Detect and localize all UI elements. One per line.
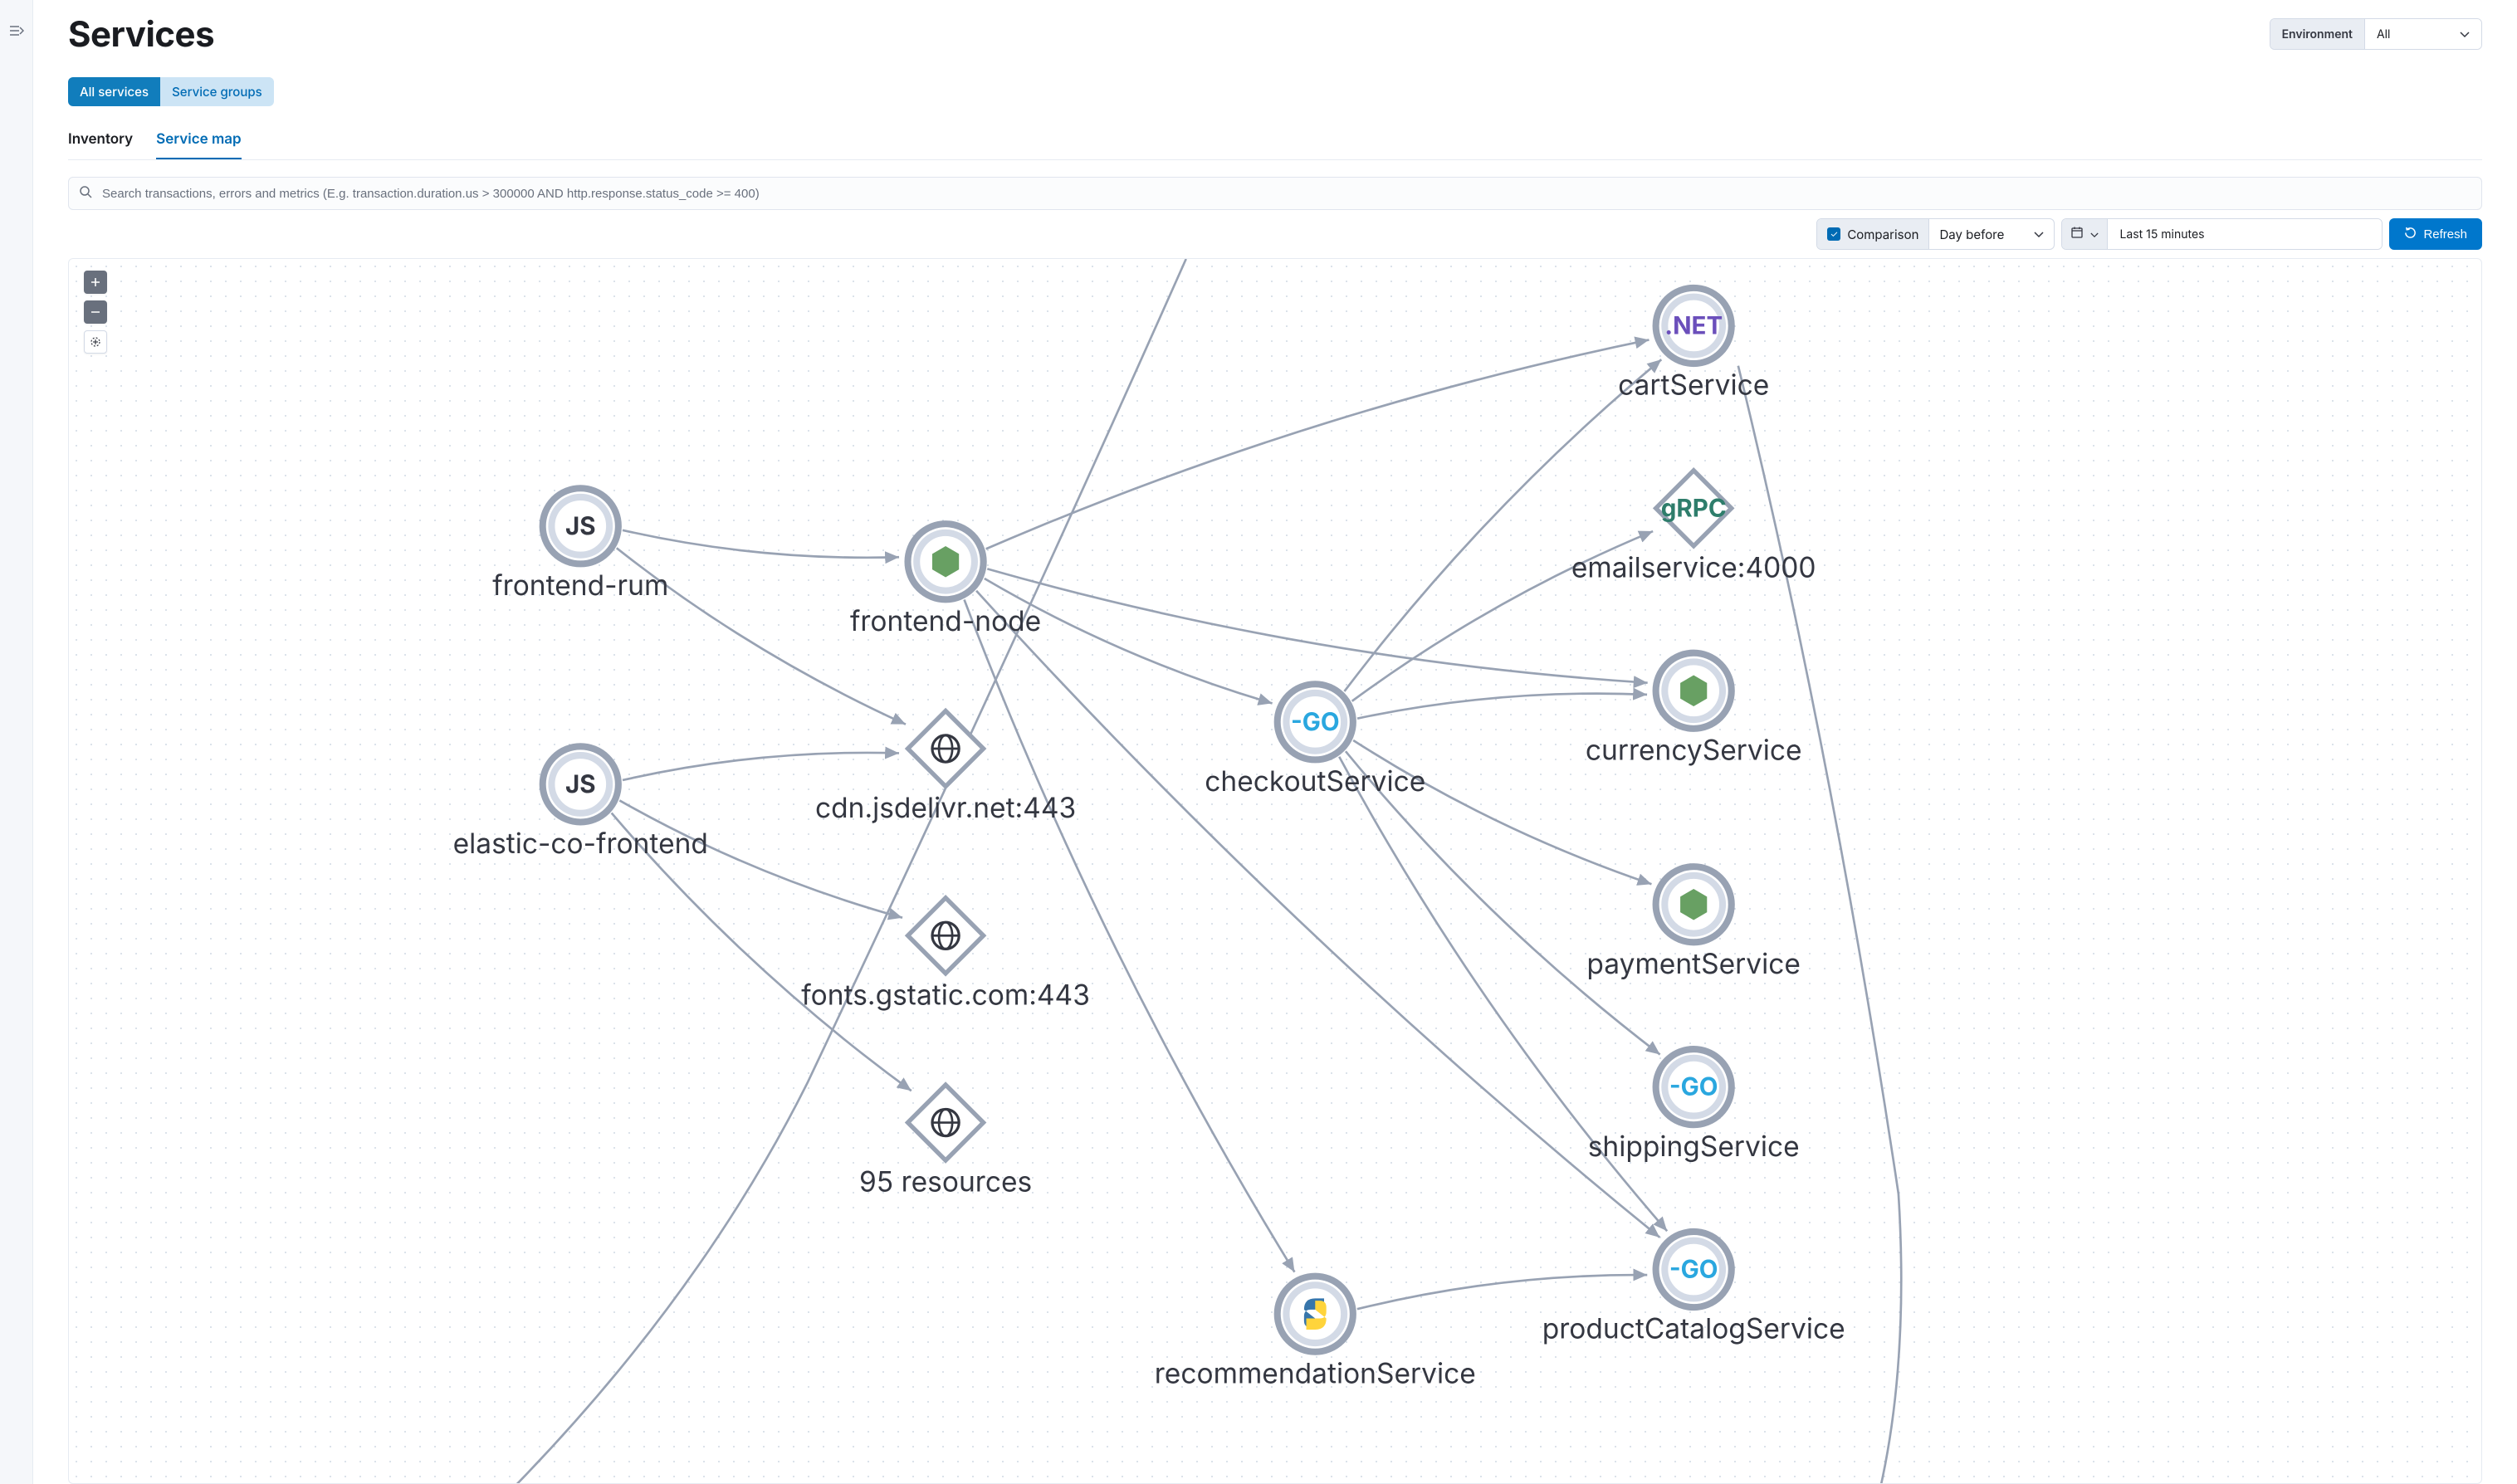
dotnet-icon: .NET <box>1664 310 1723 340</box>
grpc-icon: gRPC <box>1661 493 1727 523</box>
svg-text:-GO: -GO <box>1669 1072 1718 1102</box>
svg-text:JS: JS <box>565 769 596 799</box>
go-icon: -GO <box>1669 1255 1718 1285</box>
service-node-currency[interactable]: currencyService <box>1586 653 1802 768</box>
comparison-toggle[interactable]: ✓ Comparison <box>1817 219 1929 249</box>
svg-text:JS: JS <box>565 511 596 541</box>
service-node-resources-95[interactable]: 95 resources <box>859 1085 1032 1199</box>
service-node-label: productCatalogService <box>1542 1313 1845 1346</box>
environment-selector[interactable]: Environment All <box>2270 18 2482 50</box>
svg-text:-GO: -GO <box>1291 707 1340 737</box>
service-node-label: paymentService <box>1586 948 1801 981</box>
service-node-label: cartService <box>1618 369 1769 403</box>
service-node-label: fonts.gstatic.com:443 <box>801 979 1090 1012</box>
tab-service-groups[interactable]: Service groups <box>160 77 274 106</box>
service-node-shipping[interactable]: -GO shippingService <box>1588 1049 1800 1164</box>
chevron-down-icon <box>2090 228 2099 241</box>
service-map-edge <box>987 569 1647 682</box>
chevron-down-icon <box>2460 28 2470 41</box>
tab-all-services[interactable]: All services <box>68 77 160 106</box>
zoom-out-button[interactable] <box>84 300 107 324</box>
service-map-svg: JS frontend-rum JS elastic-co-frontend front… <box>69 259 2481 1483</box>
service-map-edge <box>985 578 1273 703</box>
service-node-payment[interactable]: paymentService <box>1586 866 1801 981</box>
go-icon: -GO <box>1669 1072 1718 1102</box>
service-map-edge <box>1357 694 1647 719</box>
svg-text:-GO: -GO <box>1669 1255 1718 1285</box>
checkmark-icon: ✓ <box>1827 227 1840 241</box>
search-icon <box>79 185 92 202</box>
service-map-edge <box>623 753 899 780</box>
JS-icon: JS <box>565 511 596 541</box>
calendar-icon <box>2070 226 2084 242</box>
search-input[interactable] <box>100 186 2471 202</box>
tab-service-map[interactable]: Service map <box>156 131 241 159</box>
refresh-icon <box>2404 227 2417 242</box>
service-node-label: elastic-co-frontend <box>453 827 708 861</box>
service-node-label: checkoutService <box>1205 765 1425 798</box>
service-node-cdn-jsdelivr[interactable]: cdn.jsdelivr.net:443 <box>815 710 1076 825</box>
service-node-cart[interactable]: .NET cartService <box>1618 288 1769 403</box>
service-node-fonts-gstatic[interactable]: fonts.gstatic.com:443 <box>801 898 1090 1013</box>
service-node-elastic-co-frontend[interactable]: JS elastic-co-frontend <box>453 746 708 861</box>
time-range-picker: Last 15 minutes <box>2061 218 2383 250</box>
JS-icon: JS <box>565 769 596 799</box>
tab-inventory[interactable]: Inventory <box>68 131 133 159</box>
calendar-button[interactable] <box>2062 219 2108 249</box>
service-node-label: recommendationService <box>1155 1357 1476 1390</box>
service-node-frontend-rum[interactable]: JS frontend-rum <box>492 488 668 603</box>
chevron-down-icon <box>2034 228 2044 241</box>
zoom-fit-button[interactable] <box>84 330 107 354</box>
svg-text:gRPC: gRPC <box>1661 493 1727 523</box>
view-tabs: Inventory Service map <box>68 131 2482 160</box>
service-map-edge <box>1357 1275 1647 1309</box>
svg-text:.NET: .NET <box>1664 310 1723 340</box>
service-map-edge <box>1344 359 1661 691</box>
comparison-period-value: Day before <box>1939 227 2004 242</box>
collapsed-sidebar <box>0 0 33 1484</box>
comparison-period-select[interactable]: Day before <box>1929 219 2054 249</box>
search-bar[interactable] <box>68 177 2482 210</box>
service-node-label: frontend-rum <box>492 569 668 603</box>
service-node-label: emailservice:4000 <box>1571 552 1816 585</box>
service-map-canvas[interactable]: JS frontend-rum JS elastic-co-frontend front… <box>68 258 2482 1484</box>
service-map-edge <box>623 530 899 558</box>
service-node-checkout[interactable]: -GO checkoutService <box>1205 684 1425 798</box>
go-icon: -GO <box>1291 707 1340 737</box>
service-node-label: 95 resources <box>859 1166 1032 1199</box>
environment-value: All <box>2377 27 2390 41</box>
service-node-label: shippingService <box>1588 1130 1800 1164</box>
time-range-value: Last 15 minutes <box>2119 227 2204 242</box>
service-node-email[interactable]: gRPC emailservice:4000 <box>1571 471 1816 585</box>
service-node-product-catalog[interactable]: -GO productCatalogService <box>1542 1232 1845 1346</box>
service-node-label: frontend-node <box>850 605 1041 638</box>
service-node-frontend-node[interactable]: frontend-node <box>850 524 1041 638</box>
time-range-display[interactable]: Last 15 minutes <box>2108 219 2382 249</box>
service-node-label: currencyService <box>1586 734 1802 767</box>
zoom-in-button[interactable] <box>84 271 107 294</box>
service-map-edge <box>986 339 1649 549</box>
comparison-label: Comparison <box>1847 227 1918 242</box>
service-scope-tabs: All services Service groups <box>68 77 2482 106</box>
service-node-label: cdn.jsdelivr.net:443 <box>815 792 1076 825</box>
comparison-control: ✓ Comparison Day before <box>1816 218 2055 250</box>
page-title: Services <box>68 13 214 56</box>
expand-sidebar-icon[interactable] <box>9 23 24 40</box>
refresh-label: Refresh <box>2423 227 2467 242</box>
refresh-button[interactable]: Refresh <box>2389 218 2482 250</box>
environment-label: Environment <box>2270 19 2365 49</box>
